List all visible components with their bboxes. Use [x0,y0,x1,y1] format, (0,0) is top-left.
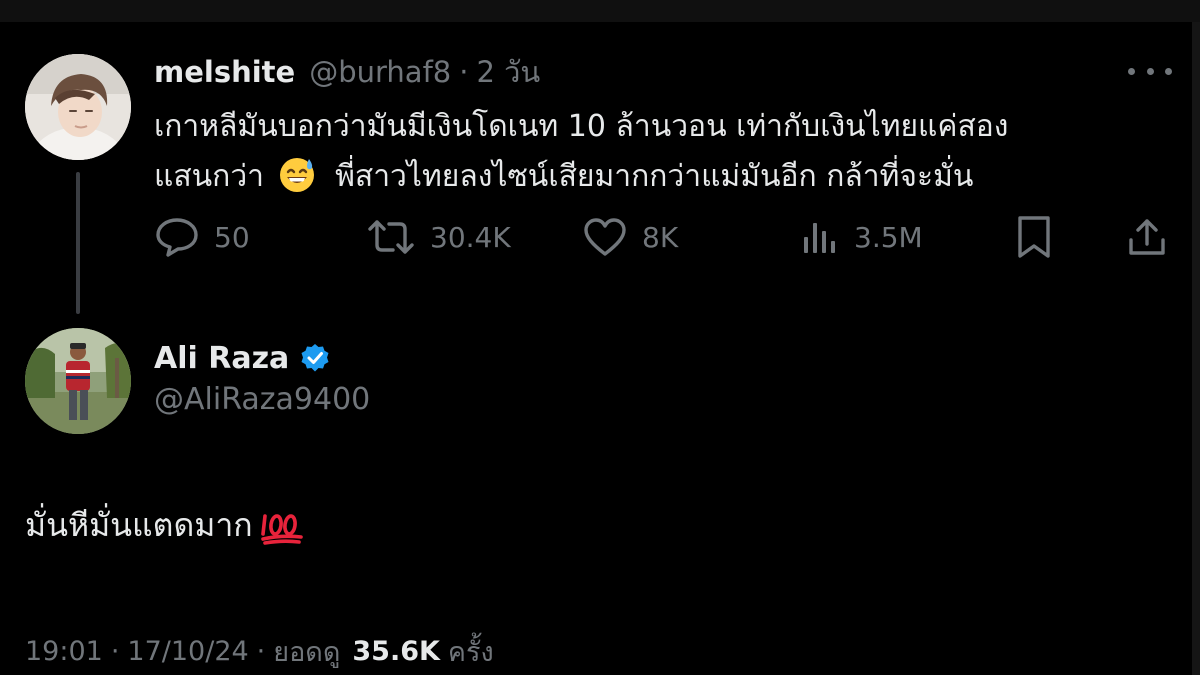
verified-badge-icon[interactable] [299,342,331,374]
reply-count: 50 [214,220,250,254]
parent-handle[interactable]: @burhaf8 [309,55,451,89]
reply-name-row: Ali Raza [154,336,331,380]
repost-button[interactable]: 30.4K [366,212,511,262]
parent-text-line-2a: แสนกว่า [154,159,265,194]
more-horizontal-icon[interactable] [1128,64,1172,78]
meta-time[interactable]: 19:01 [25,636,103,667]
avatar-photo-man [25,328,131,434]
reply-icon [156,218,198,257]
right-edge-strip [1192,22,1200,675]
meta-separator-1: · [110,636,120,667]
like-count: 8K [642,220,679,254]
thread-connector-line [76,172,80,314]
reply-button[interactable]: 50 [154,212,250,262]
bookmark-icon [1018,216,1050,258]
reply-tweet-text: มั่นหีมั่นแตดมาก [25,500,305,551]
repost-icon [368,220,414,254]
header-separator: · [459,55,469,89]
reply-handle[interactable]: @AliRaza9400 [154,382,370,417]
meta-views-count[interactable]: 35.6K [352,636,440,667]
view-count: 3.5M [854,220,923,254]
top-edge-strip [0,0,1200,22]
meta-separator-2: · [256,636,266,667]
meta-date[interactable]: 17/10/24 [127,636,248,667]
bookmark-button[interactable] [1014,212,1054,262]
like-button[interactable]: 8K [582,212,678,262]
parent-timestamp[interactable]: 2 วัน [476,49,540,95]
meta-views-suffix: ครั้ง [447,637,494,668]
repost-count: 30.4K [430,220,511,254]
parent-text-line-2: แสนกว่า พี่สาวไทยลงไซน์เสียมากกว่าแม่มัน… [154,152,1154,202]
parent-display-name[interactable]: melshite [154,55,295,89]
avatar-photo-boy [25,54,131,160]
share-button[interactable] [1126,212,1168,262]
reply-text-content: มั่นหีมั่นแตดมาก [25,506,253,544]
parent-text-line-1: เกาหลีมันบอกว่ามันมีเงินโดเนท 10 ล้านวอน… [154,109,1009,144]
share-icon [1129,219,1165,255]
reply-display-name[interactable]: Ali Raza [154,341,289,376]
analytics-icon [804,223,835,253]
parent-text-line-2b: พี่สาวไทยลงไซน์เสียมากกว่าแม่มันอีก กล้า… [335,159,974,194]
reply-meta-line: 19:01 · 17/10/24 · ยอดดู 35.6K ครั้ง [25,630,494,673]
meta-views-label: ยอดดู [273,637,341,668]
heart-icon [584,218,626,256]
parent-action-bar: 50 30.4K 8K 3.5M [154,212,1174,262]
hundred-points-emoji-icon [260,513,303,545]
views-button[interactable]: 3.5M [800,212,923,262]
avatar-ali-raza[interactable] [25,328,131,434]
parent-tweet-header: melshite @burhaf8 · 2 วัน [154,50,540,94]
grinning-face-with-sweat-emoji-icon [279,158,314,192]
parent-tweet-text: เกาหลีมันบอกว่ามันมีเงินโดเนท 10 ล้านวอน… [154,102,1154,202]
avatar-melshite[interactable] [25,54,131,160]
